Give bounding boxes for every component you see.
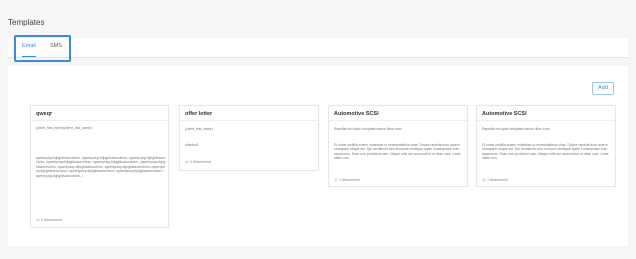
attachment-count: 0 Attachment	[190, 160, 211, 164]
tab-strip: Email SMS	[8, 38, 628, 58]
card-title: Automotive SCSI	[482, 111, 527, 117]
template-card[interactable]: Automotive SCSI Repellat nisi optio volu…	[476, 105, 616, 187]
template-card[interactable]: qweqr {client_first_name}{client_last_na…	[30, 105, 169, 228]
attachment-count: 1 Attachment	[339, 178, 360, 182]
card-line: Repellat nisi optio voluptate earum illu…	[482, 127, 551, 131]
card-line: sdfsdsdf	[185, 143, 198, 147]
card-divider	[31, 120, 168, 121]
template-card[interactable]: offer letter {client_first_name} sdfsdsd…	[179, 105, 319, 171]
card-line: Repellat nisi optio voluptate earum illu…	[334, 127, 403, 131]
paperclip-icon	[185, 160, 189, 164]
card-body: Et nobis mollitia autem molestias ut nec…	[334, 143, 461, 161]
card-attachments: 7 Attachment	[482, 178, 508, 182]
card-divider	[329, 120, 467, 121]
paperclip-icon	[334, 178, 338, 182]
card-divider	[180, 120, 318, 121]
template-card[interactable]: Automotive SCSI Repellat nisi optio volu…	[328, 105, 468, 187]
card-title: Automotive SCSI	[334, 111, 379, 117]
card-divider	[477, 120, 615, 121]
templates-page: Templates Email SMS Add qweqr {client_fi…	[0, 0, 636, 259]
card-body: Et nobis mollitia autem molestias ut nec…	[482, 143, 609, 161]
card-line: {client_first_name}	[185, 127, 213, 131]
card-attachments: 0 Attachment	[36, 218, 62, 222]
paperclip-icon	[482, 178, 486, 182]
attachment-count: 0 Attachment	[41, 218, 62, 222]
card-attachments: 1 Attachment	[334, 178, 360, 182]
card-body: qwertyuiop;lkjhgfdsazxcvbnm,./qwertyuiop…	[36, 156, 166, 178]
paperclip-icon	[36, 218, 40, 222]
card-attachments: 0 Attachment	[185, 160, 211, 164]
card-line: {client_first_name}{client_last_name}	[36, 126, 92, 130]
card-title: offer letter	[185, 111, 213, 117]
attachment-count: 7 Attachment	[487, 178, 508, 182]
card-title: qweqr	[36, 111, 53, 117]
add-template-button[interactable]: Add	[592, 82, 614, 95]
tabs-highlight-frame	[14, 35, 71, 62]
page-title: Templates	[8, 18, 45, 27]
